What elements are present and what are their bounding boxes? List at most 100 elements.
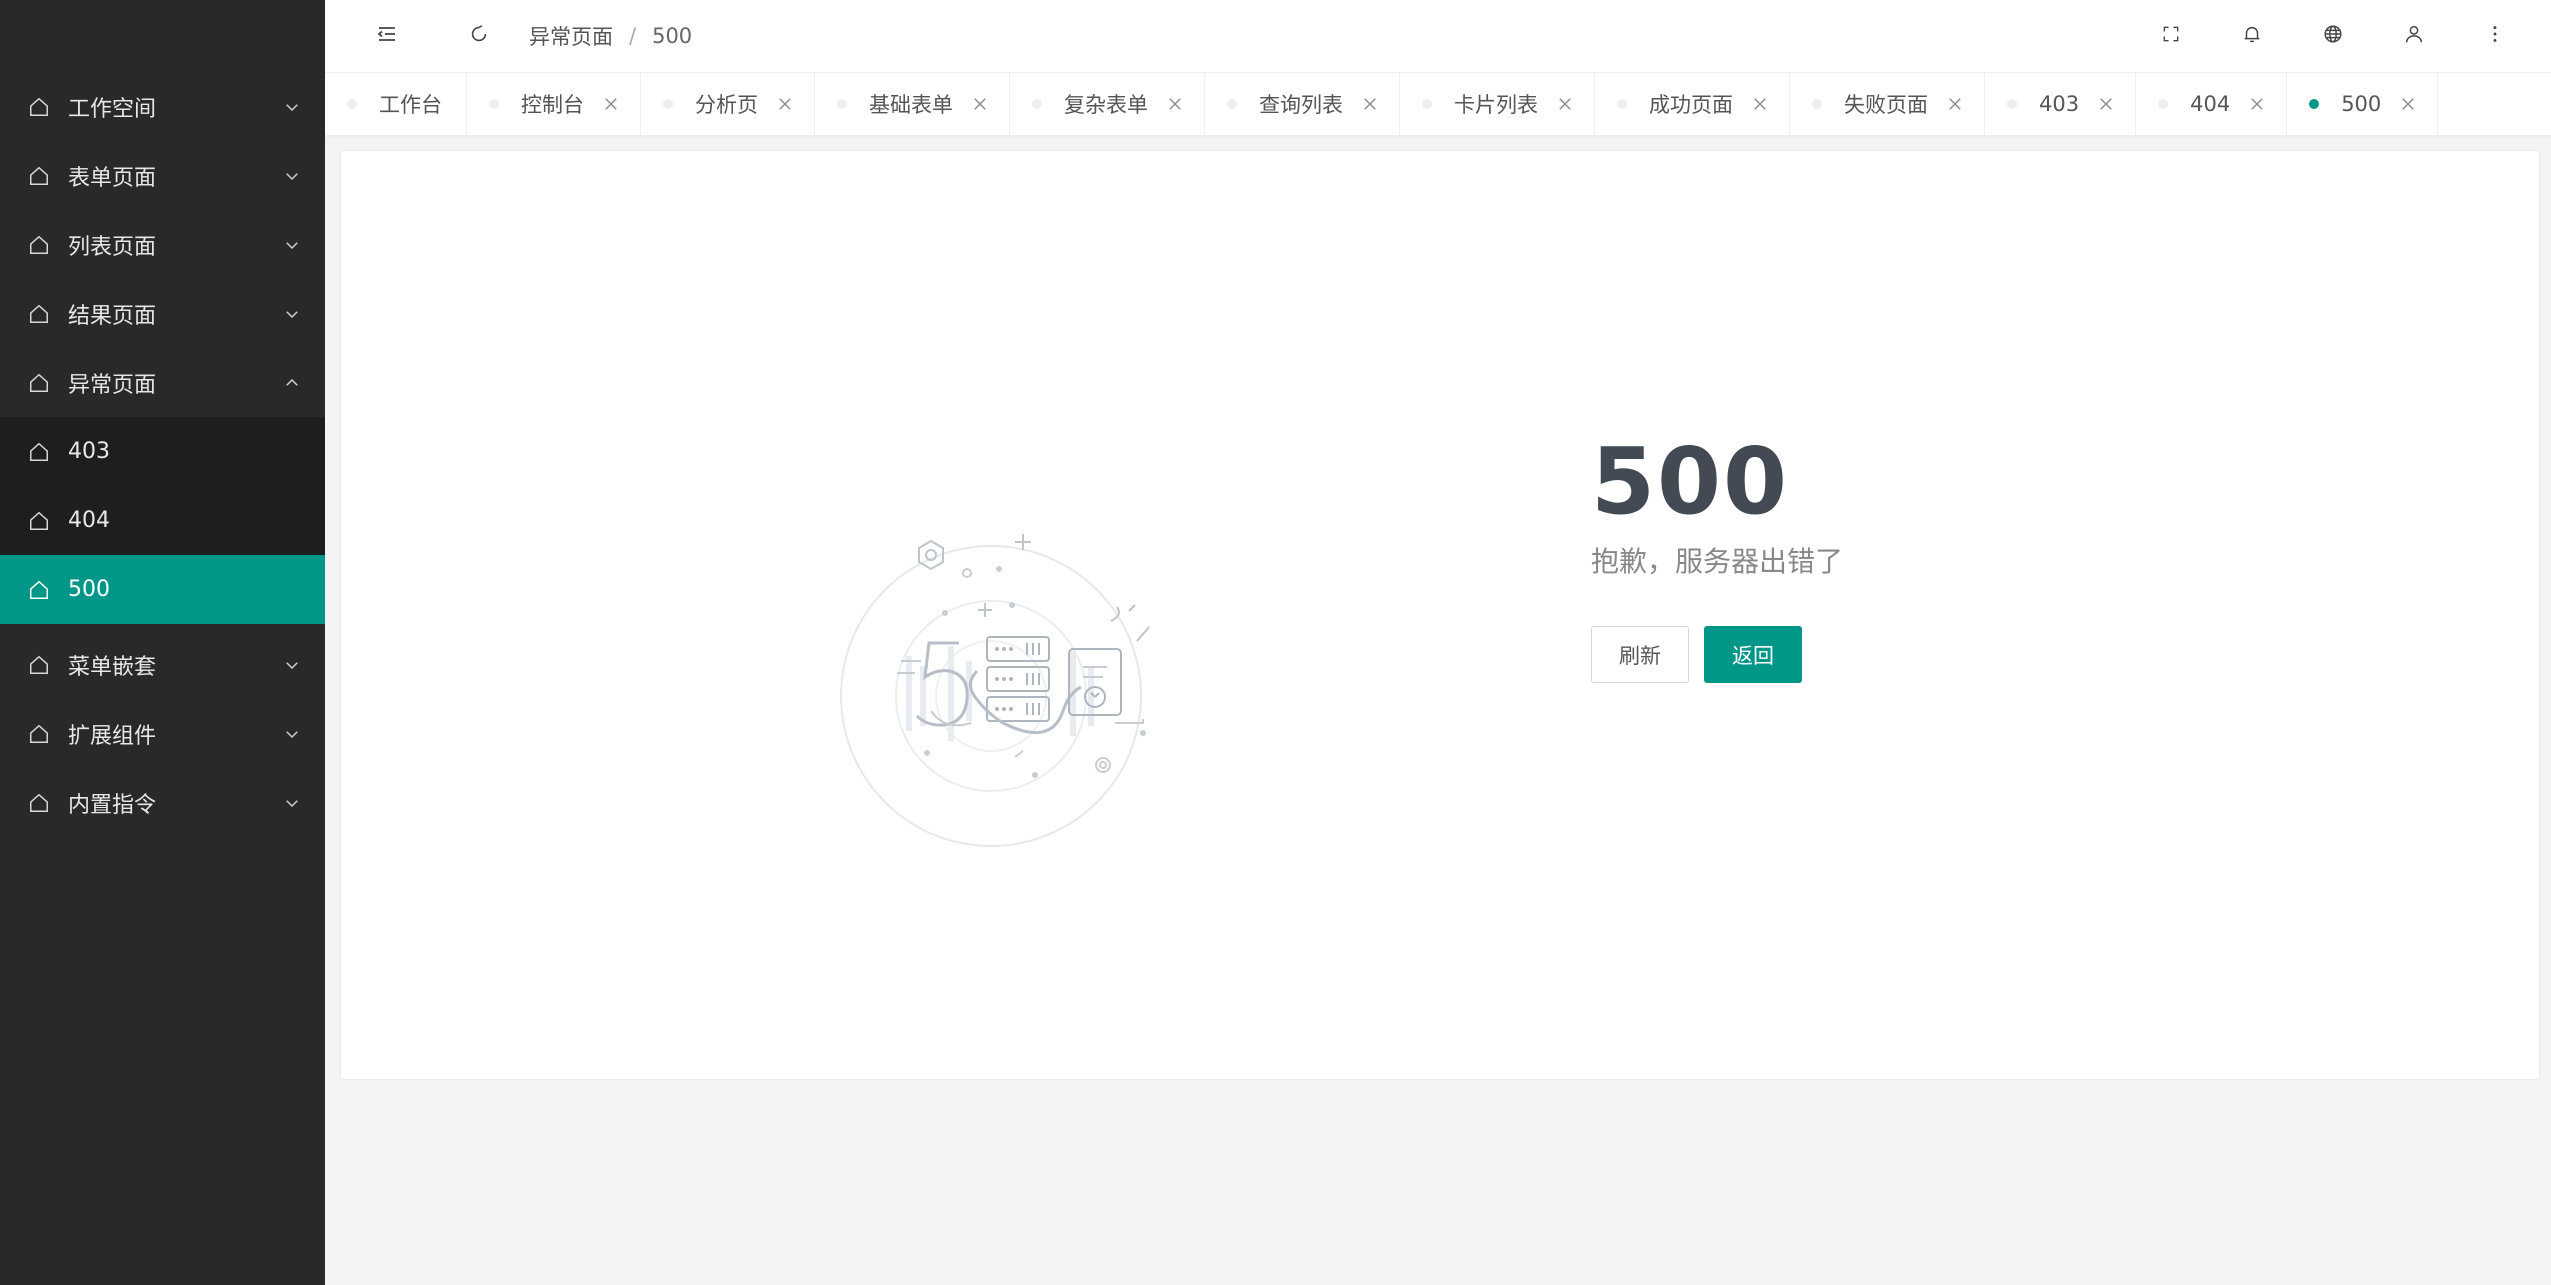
- refresh-button[interactable]: 刷新: [1591, 626, 1689, 683]
- tab-dot: [1617, 99, 1627, 109]
- sidebar-item-label: 表单页面: [68, 165, 157, 191]
- sidebar-item-label: 列表页面: [68, 234, 157, 260]
- close-icon[interactable]: [2399, 95, 2417, 113]
- chevron-up-icon: [283, 374, 301, 392]
- tab-label: 基础表单: [869, 93, 953, 117]
- sidebar-item-label: 内置指令: [68, 792, 157, 818]
- more-vertical-icon: [2484, 23, 2506, 49]
- error-description: 抱歉，服务器出错了: [1591, 545, 1844, 578]
- close-icon[interactable]: [776, 95, 794, 113]
- fullscreen-button[interactable]: [2130, 0, 2211, 72]
- tab-dot-active: [2309, 99, 2320, 109]
- chevron-down-icon: [283, 794, 301, 812]
- bell-icon: [2241, 23, 2263, 49]
- sidebar-item-result-pages[interactable]: 结果页面: [0, 279, 325, 348]
- sidebar-item-label: 结果页面: [68, 303, 157, 329]
- sidebar-item-list-pages[interactable]: 列表页面: [0, 210, 325, 279]
- content-card: 500 抱歉，服务器出错了 刷新 返回: [340, 150, 2540, 1080]
- page-tabs: 工作台 控制台 分析页 基础表单 复杂表单 查询列表 卡片列表 成功页面 失败页…: [325, 72, 2551, 136]
- error-message-block: 500 抱歉，服务器出错了 刷新 返回: [1591, 436, 1843, 683]
- sidebar-item-label: 菜单嵌套: [68, 654, 157, 680]
- collapse-menu-button[interactable]: [325, 0, 449, 72]
- breadcrumb-separator: /: [629, 24, 637, 48]
- tab-403[interactable]: 403: [1985, 73, 2137, 135]
- close-icon[interactable]: [1361, 95, 1379, 113]
- error-actions: 刷新 返回: [1591, 626, 1843, 683]
- home-outline-icon: [28, 303, 50, 325]
- sidebar-subitem-500[interactable]: 500: [0, 555, 325, 624]
- tab-dot: [2158, 99, 2169, 109]
- close-icon[interactable]: [2097, 95, 2115, 113]
- home-outline-icon: [28, 723, 50, 745]
- tab-card-list[interactable]: 卡片列表: [1400, 73, 1595, 135]
- close-icon[interactable]: [2248, 95, 2266, 113]
- tab-dot: [1032, 99, 1042, 109]
- tab-fail-page[interactable]: 失败页面: [1790, 73, 1985, 135]
- home-outline-icon: [28, 96, 50, 118]
- tab-label: 卡片列表: [1454, 93, 1538, 117]
- sidebar-subitem-404[interactable]: 404: [0, 486, 325, 555]
- sidebar-item-label: 工作空间: [68, 96, 157, 122]
- close-icon[interactable]: [602, 95, 620, 113]
- language-button[interactable]: [2292, 0, 2373, 72]
- notification-button[interactable]: [2211, 0, 2292, 72]
- tab-label: 控制台: [521, 93, 584, 117]
- close-icon[interactable]: [971, 95, 989, 113]
- tab-analysis[interactable]: 分析页: [641, 73, 815, 135]
- home-outline-icon: [28, 654, 50, 676]
- close-icon[interactable]: [1166, 95, 1184, 113]
- top-header: 异常页面 / 500: [325, 0, 2551, 72]
- tab-dot: [347, 99, 357, 109]
- tab-label: 工作台: [379, 93, 442, 117]
- tab-success-page[interactable]: 成功页面: [1595, 73, 1790, 135]
- home-outline-icon: [28, 579, 50, 601]
- tab-500[interactable]: 500: [2287, 73, 2439, 135]
- home-outline-icon: [28, 165, 50, 187]
- breadcrumb: 异常页面 / 500: [529, 21, 692, 51]
- error-code: 500: [1591, 428, 1790, 535]
- close-icon[interactable]: [1946, 95, 1964, 113]
- chevron-down-icon: [283, 305, 301, 323]
- tab-404[interactable]: 404: [2136, 73, 2288, 135]
- refresh-page-button[interactable]: [449, 0, 509, 72]
- user-icon: [2403, 23, 2425, 49]
- tab-label: 查询列表: [1259, 93, 1343, 117]
- tab-query-list[interactable]: 查询列表: [1205, 73, 1400, 135]
- sidebar-subitem-403[interactable]: 403: [0, 417, 325, 486]
- sidebar-item-workspace[interactable]: 工作空间: [0, 72, 325, 141]
- home-outline-icon: [28, 372, 50, 394]
- home-outline-icon: [28, 510, 50, 532]
- sidebar-item-label: 扩展组件: [68, 723, 157, 749]
- tab-dot: [837, 99, 847, 109]
- close-icon[interactable]: [1556, 95, 1574, 113]
- sidebar-item-label: 异常页面: [68, 372, 157, 398]
- tab-label: 404: [2190, 92, 2231, 116]
- close-icon[interactable]: [1751, 95, 1769, 113]
- more-button[interactable]: [2454, 0, 2535, 72]
- chevron-down-icon: [283, 167, 301, 185]
- sidebar-item-extension-components[interactable]: 扩展组件: [0, 699, 325, 768]
- breadcrumb-current: 500: [652, 24, 693, 48]
- tab-console[interactable]: 控制台: [467, 73, 641, 135]
- tab-basic-form[interactable]: 基础表单: [815, 73, 1010, 135]
- back-button[interactable]: 返回: [1704, 626, 1802, 683]
- sidebar-item-label: 404: [68, 508, 110, 533]
- chevron-down-icon: [283, 236, 301, 254]
- sidebar: 工作空间 表单页面 列表页面 结果页面 异常页面 403 404 500 菜单嵌…: [0, 0, 325, 1285]
- refresh-icon: [468, 23, 490, 49]
- sidebar-item-nested-menu[interactable]: 菜单嵌套: [0, 630, 325, 699]
- chevron-down-icon: [283, 98, 301, 116]
- user-button[interactable]: [2373, 0, 2454, 72]
- breadcrumb-item[interactable]: 异常页面: [529, 21, 613, 51]
- tab-label: 500: [2341, 92, 2382, 116]
- tab-label: 复杂表单: [1064, 93, 1148, 117]
- sidebar-item-builtin-directives[interactable]: 内置指令: [0, 768, 325, 837]
- fullscreen-icon: [2161, 24, 2181, 48]
- sidebar-item-label: 500: [68, 577, 110, 602]
- sidebar-item-form-pages[interactable]: 表单页面: [0, 141, 325, 210]
- home-outline-icon: [28, 234, 50, 256]
- sidebar-item-exception-pages[interactable]: 异常页面: [0, 348, 325, 417]
- sidebar-item-label: 403: [68, 439, 110, 464]
- tab-workbench[interactable]: 工作台: [325, 73, 467, 135]
- tab-complex-form[interactable]: 复杂表单: [1010, 73, 1205, 135]
